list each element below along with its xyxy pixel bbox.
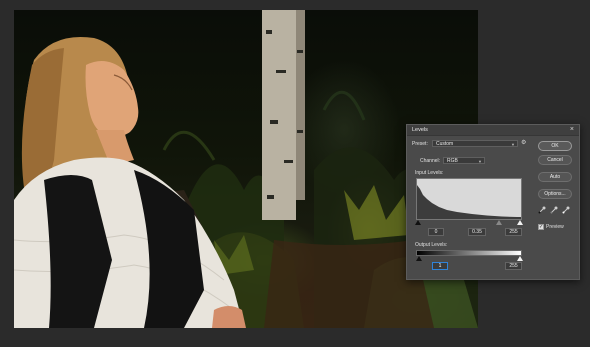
dialog-title: Levels (412, 127, 428, 133)
preset-value: Custom (436, 141, 454, 147)
output-gradient-bar (416, 250, 522, 256)
preset-label: Preset: (412, 141, 428, 147)
auto-button[interactable]: Auto (538, 172, 572, 182)
input-gamma-field[interactable]: 0.35 (468, 228, 486, 236)
input-black-field[interactable]: 0 (428, 228, 444, 236)
channel-label: Channel: (420, 158, 441, 164)
histogram-graph (417, 185, 521, 219)
channel-dropdown[interactable]: RGB ▼ (443, 157, 485, 164)
preview-label: Preview (546, 224, 564, 230)
histogram (416, 178, 522, 220)
white-eyedropper-icon[interactable] (562, 206, 570, 214)
cancel-button[interactable]: Cancel (538, 155, 572, 165)
output-white-field[interactable]: 255 (505, 262, 522, 270)
preview-checkbox[interactable]: ✓ (538, 224, 544, 230)
input-white-field[interactable]: 255 (505, 228, 522, 236)
black-eyedropper-icon[interactable] (538, 206, 546, 214)
gear-icon[interactable]: ⚙ (521, 139, 526, 146)
channel-value: RGB (447, 158, 458, 164)
ok-button[interactable]: OK (538, 141, 572, 151)
options-button[interactable]: Options... (538, 189, 572, 199)
preset-dropdown[interactable]: Custom ▼ (432, 140, 518, 147)
input-gamma-slider[interactable] (496, 220, 502, 225)
chevron-down-icon: ▼ (511, 142, 515, 147)
input-black-slider[interactable] (415, 220, 421, 225)
dialog-titlebar[interactable]: Levels × (407, 125, 579, 136)
output-levels-label: Output Levels: (415, 242, 448, 248)
input-white-slider[interactable] (517, 220, 523, 225)
output-black-field[interactable]: 1 (432, 262, 448, 270)
output-black-slider[interactable] (416, 256, 422, 261)
output-white-slider[interactable] (517, 256, 523, 261)
close-icon[interactable]: × (570, 126, 574, 133)
chevron-down-icon: ▼ (478, 159, 482, 164)
input-levels-label: Input Levels: (415, 170, 444, 176)
gray-eyedropper-icon[interactable] (550, 206, 558, 214)
